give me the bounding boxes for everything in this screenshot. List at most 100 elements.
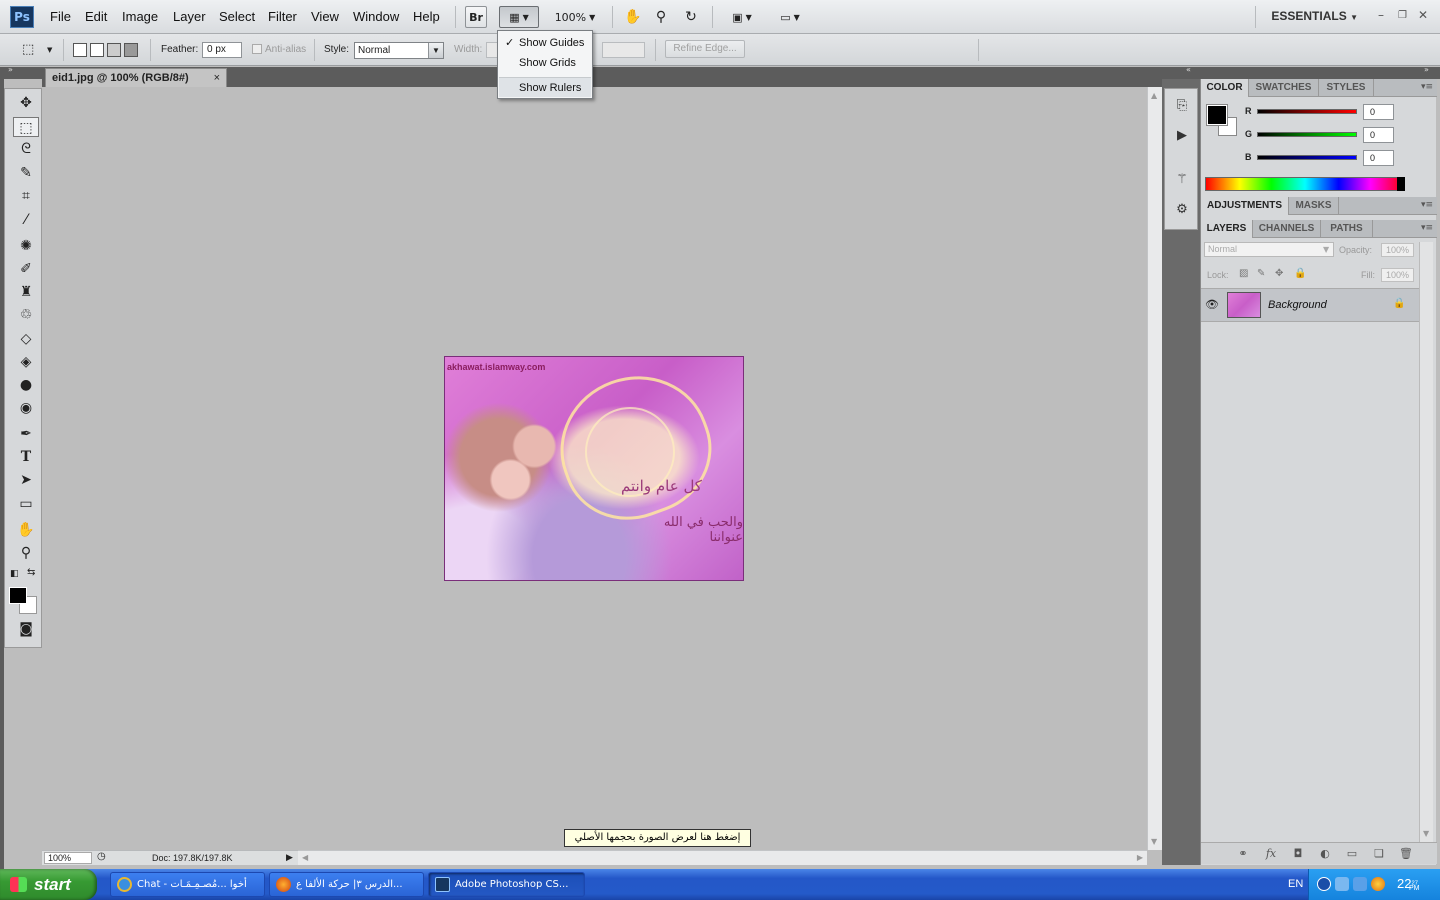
swap-colors-icon[interactable]: ⇆ — [27, 567, 35, 578]
refine-edge-button[interactable]: Refine Edge... — [665, 40, 745, 58]
green-input[interactable]: 0 — [1363, 127, 1394, 143]
tab-swatches[interactable]: SWATCHES — [1249, 79, 1319, 97]
new-group-icon[interactable]: ▭ — [1344, 847, 1360, 860]
menu-item-show-grids[interactable]: Show Grids — [499, 53, 591, 73]
network-icon[interactable] — [1335, 877, 1349, 891]
marquee-tool-icon[interactable]: ⬚ — [13, 117, 39, 137]
fill-input[interactable]: 100% — [1381, 268, 1414, 282]
layers-scrollbar[interactable]: ▼ — [1419, 242, 1433, 842]
clone-stamp-tool-icon[interactable]: ♜ — [13, 282, 39, 302]
menu-select[interactable]: Select — [219, 9, 255, 24]
color-spectrum[interactable] — [1205, 177, 1405, 191]
type-tool-icon[interactable]: T — [13, 447, 39, 467]
tab-color[interactable]: COLOR — [1201, 79, 1249, 97]
bridge-button[interactable]: Br — [465, 6, 487, 28]
add-to-selection-icon[interactable] — [90, 43, 104, 57]
foreground-color-swatch[interactable] — [9, 587, 27, 604]
new-selection-icon[interactable] — [73, 43, 87, 57]
rotate-view-icon[interactable]: ↻ — [680, 6, 702, 28]
scroll-down-icon[interactable]: ▼ — [1151, 837, 1157, 846]
tray-app-icon[interactable] — [1371, 877, 1385, 891]
scroll-down-icon[interactable]: ▼ — [1423, 829, 1429, 838]
blur-tool-icon[interactable]: ● — [13, 375, 39, 395]
opacity-input[interactable]: 100% — [1381, 243, 1414, 257]
clock[interactable]: 2227PM — [1397, 876, 1419, 892]
tab-layers[interactable]: LAYERS — [1201, 220, 1253, 238]
shape-tool-icon[interactable]: ▭ — [13, 494, 39, 514]
tab-styles[interactable]: STYLES — [1319, 79, 1374, 97]
healing-brush-tool-icon[interactable]: ✺ — [13, 236, 39, 256]
panel-menu-icon[interactable]: ▾≡ — [1421, 200, 1433, 210]
blue-slider[interactable] — [1257, 155, 1357, 160]
history-panel-icon[interactable]: ⎘ — [1173, 97, 1191, 115]
pen-tool-icon[interactable]: ✒ — [13, 424, 39, 444]
hand-tool-icon[interactable]: ✋ — [13, 520, 39, 540]
menu-filter[interactable]: Filter — [268, 9, 297, 24]
menu-help[interactable]: Help — [413, 9, 440, 24]
expand-icon[interactable]: » — [8, 65, 13, 74]
zoom-tool-icon[interactable]: ⚲ — [13, 543, 39, 563]
intersect-selection-icon[interactable] — [124, 43, 138, 57]
menu-layer[interactable]: Layer — [173, 9, 206, 24]
red-input[interactable]: 0 — [1363, 104, 1394, 120]
status-arrow-icon[interactable]: ▶ — [286, 852, 293, 863]
eraser-tool-icon[interactable]: ◇ — [13, 329, 39, 349]
color-spectrum-black[interactable] — [1397, 177, 1405, 191]
close-icon[interactable]: ✕ — [1418, 8, 1428, 22]
menu-window[interactable]: Window — [353, 9, 399, 24]
screen-mode-button[interactable]: ▭ ▼ — [770, 6, 810, 28]
subtract-from-selection-icon[interactable] — [107, 43, 121, 57]
dodge-tool-icon[interactable]: ◉ — [13, 398, 39, 418]
arrange-documents-button[interactable]: ▣ ▼ — [722, 6, 762, 28]
quick-mask-icon[interactable]: ◙ — [13, 619, 39, 639]
path-selection-tool-icon[interactable]: ➤ — [13, 470, 39, 490]
brushes-panel-icon[interactable]: ⚚ — [1173, 171, 1191, 189]
clone-source-panel-icon[interactable]: ⚙ — [1173, 201, 1191, 219]
panel-menu-icon[interactable]: ▾≡ — [1421, 223, 1433, 233]
new-layer-icon[interactable]: ❏ — [1371, 847, 1387, 860]
collapse-icon[interactable]: « — [1186, 65, 1191, 74]
visibility-eye-icon[interactable]: 👁 — [1205, 298, 1219, 311]
rectangular-marquee-icon[interactable]: ⬚ — [22, 42, 34, 57]
layer-mask-icon[interactable]: ◘ — [1290, 847, 1306, 860]
vertical-scrollbar[interactable]: ▲ ▼ — [1147, 87, 1162, 850]
menu-file[interactable]: File — [50, 9, 71, 24]
taskbar-item-firefox[interactable]: الدرس ٣| حركة الألفا ع... — [269, 872, 424, 897]
status-menu-icon[interactable]: ◷ — [97, 851, 106, 862]
tab-masks[interactable]: MASKS — [1289, 197, 1339, 215]
scroll-right-icon[interactable]: ▶ — [1137, 853, 1143, 862]
layer-style-icon[interactable]: fx — [1263, 847, 1279, 860]
link-layers-icon[interactable]: ⚭ — [1235, 847, 1251, 860]
height-input[interactable] — [602, 42, 645, 58]
document-tab[interactable]: eid1.jpg @ 100% (RGB/8#) × — [45, 68, 227, 87]
taskbar-item-photoshop[interactable]: Adobe Photoshop CS... — [428, 872, 585, 897]
move-tool-icon[interactable]: ✥ — [13, 93, 39, 113]
scroll-up-icon[interactable]: ▲ — [1151, 91, 1157, 100]
menu-image[interactable]: Image — [122, 9, 158, 24]
zoom-input[interactable]: 100% — [44, 852, 92, 864]
delete-layer-icon[interactable]: 🗑 — [1398, 847, 1414, 860]
menu-edit[interactable]: Edit — [85, 9, 107, 24]
default-colors-icon[interactable]: ◧ — [10, 569, 19, 579]
start-button[interactable]: start — [0, 869, 97, 900]
lock-position-icon[interactable]: ✥ — [1275, 268, 1283, 279]
document-image[interactable]: akhawat.islamway.com كل عام وانتم والحب … — [444, 356, 744, 581]
tray-arrow-icon[interactable] — [1317, 877, 1331, 891]
lasso-tool-icon[interactable]: ᘓ — [13, 139, 39, 159]
lock-all-icon[interactable]: 🔒 — [1294, 268, 1306, 279]
horizontal-scrollbar[interactable]: ◀ ▶ — [298, 850, 1147, 865]
zoom-level-button[interactable]: 100% ▼ — [548, 6, 602, 28]
anti-alias-checkbox[interactable] — [252, 44, 262, 54]
green-slider[interactable] — [1257, 132, 1357, 137]
lock-image-icon[interactable]: ✎ — [1257, 268, 1265, 279]
scroll-left-icon[interactable]: ◀ — [302, 853, 308, 862]
menu-item-show-rulers[interactable]: Show Rulers — [499, 77, 591, 97]
view-extras-button[interactable]: ▦ ▼ — [499, 6, 539, 28]
brush-tool-icon[interactable]: ✐ — [13, 259, 39, 279]
foreground-color-swatch[interactable] — [1206, 104, 1228, 126]
adjustment-layer-icon[interactable]: ◐ — [1317, 847, 1333, 860]
lock-transparent-icon[interactable]: ▨ — [1239, 268, 1248, 279]
restore-icon[interactable]: ❐ — [1398, 10, 1407, 21]
feather-input[interactable]: 0 px — [202, 42, 242, 58]
tools-panel-header[interactable]: » — [0, 65, 42, 79]
